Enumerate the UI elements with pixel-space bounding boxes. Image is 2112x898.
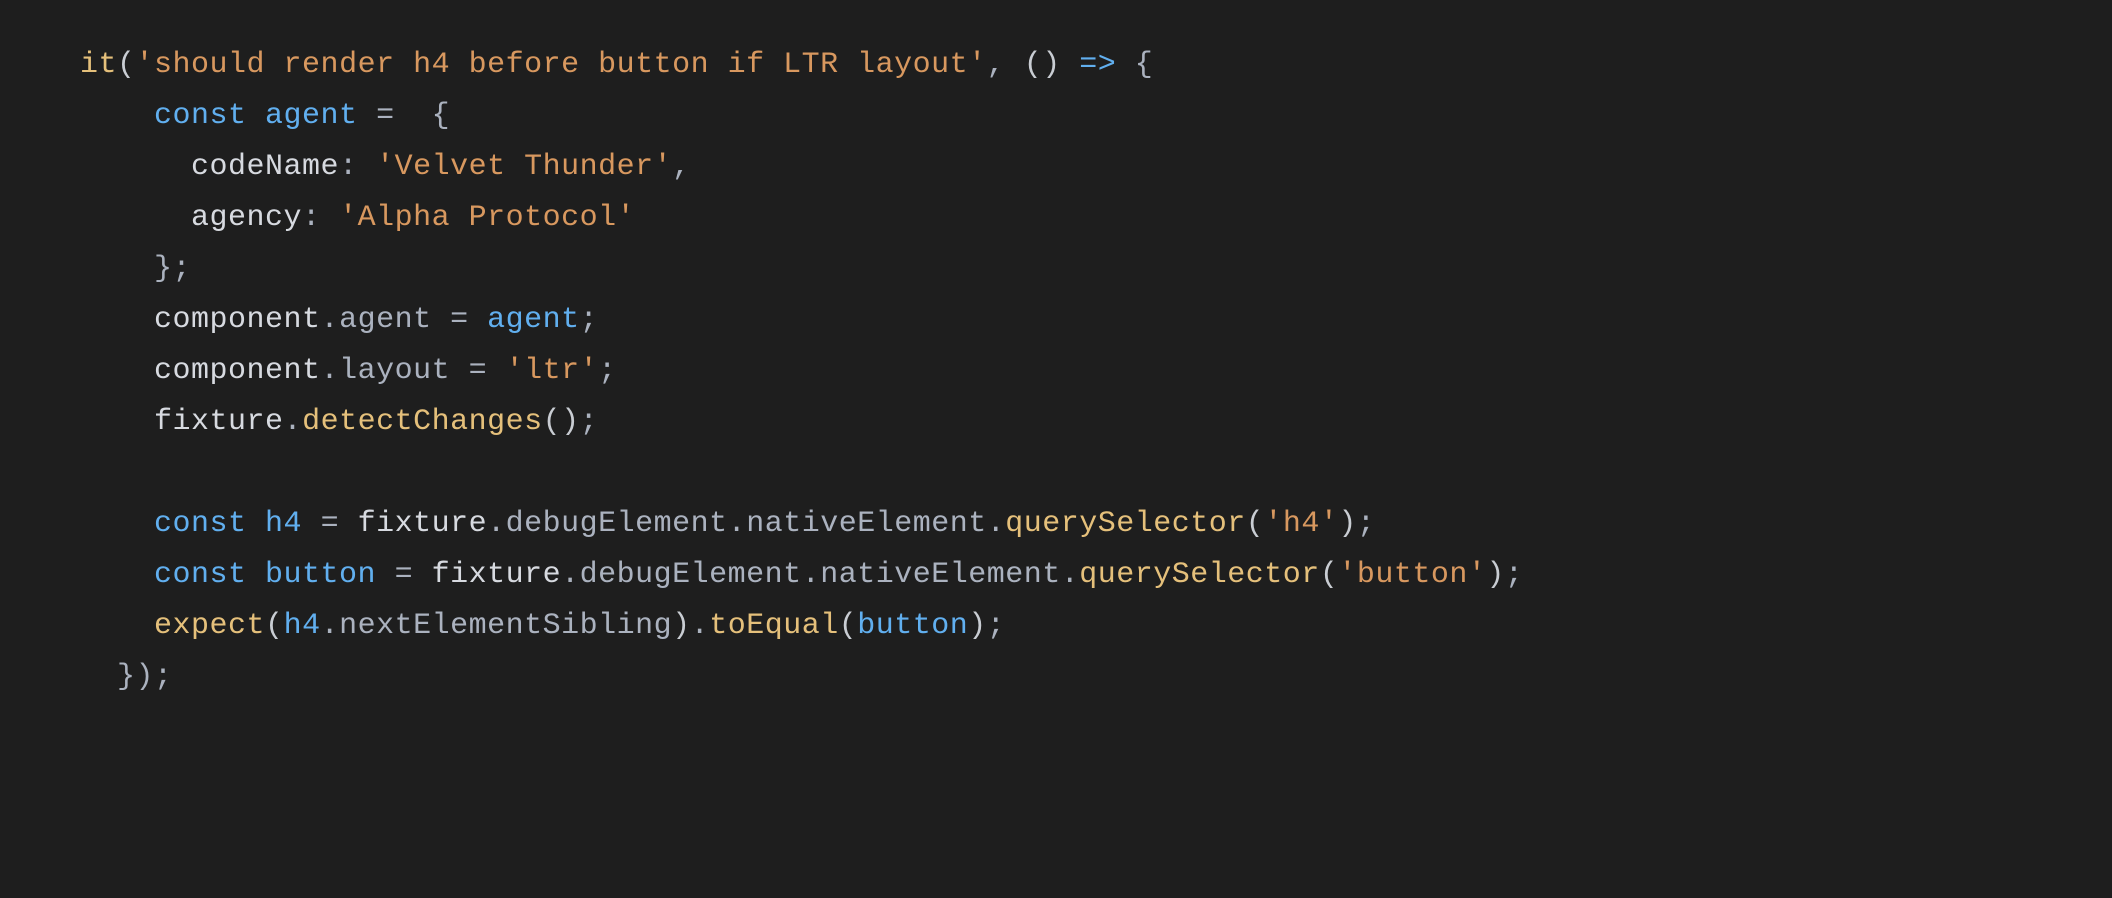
prop-agent: agent [339,303,432,337]
m-querySelector-1: querySelector [1005,507,1246,541]
code-block: it('should render h4 before button if LT… [0,0,2112,743]
id-component-1: component [154,303,321,337]
p-debugElement-2: debugElement [580,558,802,592]
var-agent: agent [265,99,358,133]
id-fixture-2: fixture [358,507,488,541]
prop-agency: agency [191,201,302,235]
m-detectChanges: detectChanges [302,405,543,439]
str-h4: 'h4' [1264,507,1338,541]
fn-expect: expect [154,609,265,643]
prop-codeName: codeName [191,150,339,184]
p-debugElement-1: debugElement [506,507,728,541]
id-component-2: component [154,354,321,388]
p-nativeElement-1: nativeElement [746,507,987,541]
prop-layout: layout [339,354,450,388]
m-querySelector-2: querySelector [1079,558,1320,592]
kw-const-2: const [154,507,247,541]
ref-button: button [857,609,968,643]
arrow: => [1079,48,1116,82]
str-velvet: 'Velvet Thunder' [376,150,672,184]
ref-h4: h4 [284,609,321,643]
test-name-string: 'should render h4 before button if LTR l… [136,48,987,82]
fn-it: it [80,48,117,82]
p-nativeElement-2: nativeElement [820,558,1061,592]
m-toEqual: toEqual [709,609,839,643]
id-fixture-3: fixture [432,558,562,592]
id-fixture-1: fixture [154,405,284,439]
kw-const: const [154,99,247,133]
str-button: 'button' [1338,558,1486,592]
var-button: button [265,558,376,592]
ref-agent: agent [487,303,580,337]
str-ltr: 'ltr' [506,354,599,388]
var-h4: h4 [265,507,302,541]
str-alpha: 'Alpha Protocol' [339,201,635,235]
p-nextElementSibling: nextElementSibling [339,609,672,643]
kw-const-3: const [154,558,247,592]
